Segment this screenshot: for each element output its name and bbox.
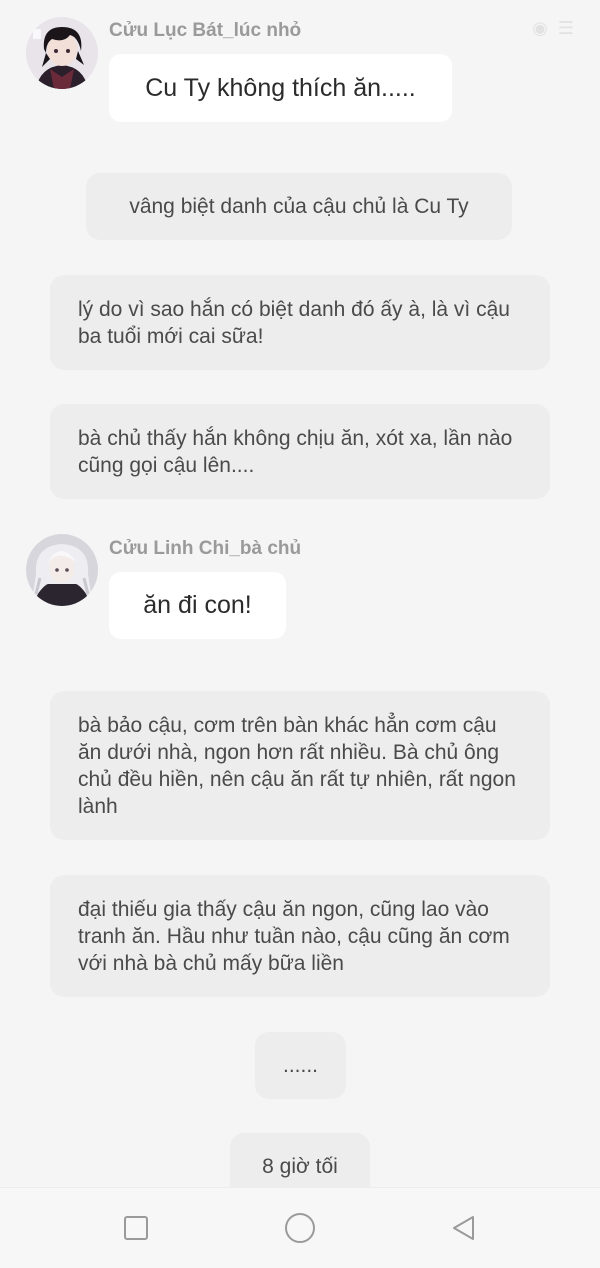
triangle-back-icon[interactable] (445, 1210, 481, 1246)
narration-text: bà chủ thấy hắn không chịu ăn, xót xa, l… (78, 426, 513, 477)
narration-box-3: bà chủ thấy hắn không chịu ăn, xót xa, l… (50, 404, 550, 499)
narration-box-5: đại thiếu gia thấy cậu ăn ngon, cũng lao… (50, 875, 550, 997)
narration-text: đại thiếu gia thấy cậu ăn ngon, cũng lao… (78, 897, 510, 975)
status-icons: ◉ ☰ (532, 18, 574, 39)
narration-box-7: 8 giờ tối (230, 1133, 370, 1187)
chat-screen[interactable]: ◉ ☰ Cửu Lục Bát_lúc nhỏ Cu Ty không thíc… (0, 0, 600, 1187)
narration-text: 8 giờ tối (262, 1155, 338, 1178)
chat-bubble-text: ăn đi con! (143, 591, 252, 619)
chat-bubble-text: Cu Ty không thích ăn..... (145, 73, 416, 102)
narration-box-1: vâng biệt danh của cậu chủ là Cu Ty (86, 173, 512, 240)
narration-text: vâng biệt danh của cậu chủ là Cu Ty (129, 195, 469, 218)
narration-box-2: lý do vì sao hắn có biệt danh đó ấy à, l… (50, 275, 550, 370)
sender-name-2: Cửu Linh Chi_bà chủ (109, 538, 302, 559)
narration-text: lý do vì sao hắn có biệt danh đó ấy à, l… (78, 297, 510, 348)
eye-icon: ◉ (532, 18, 548, 38)
chat-bubble-1[interactable]: Cu Ty không thích ăn..... (109, 54, 452, 122)
avatar-sender2[interactable] (26, 534, 98, 606)
narration-box-6: ...... (255, 1032, 346, 1099)
chat-bubble-2[interactable]: ăn đi con! (109, 572, 286, 639)
square-icon[interactable] (118, 1210, 154, 1246)
narration-text: ...... (282, 1054, 318, 1077)
sender-name-1: Cửu Lục Bát_lúc nhỏ (109, 20, 302, 41)
narration-box-4: bà bảo cậu, cơm trên bàn khác hẳn cơm cậ… (50, 691, 550, 840)
avatar-sender1[interactable] (26, 17, 98, 89)
narration-text: bà bảo cậu, cơm trên bàn khác hẳn cơm cậ… (78, 713, 516, 818)
list-icon: ☰ (557, 18, 574, 38)
navigation-bar (0, 1187, 600, 1268)
circle-icon[interactable] (282, 1210, 318, 1246)
